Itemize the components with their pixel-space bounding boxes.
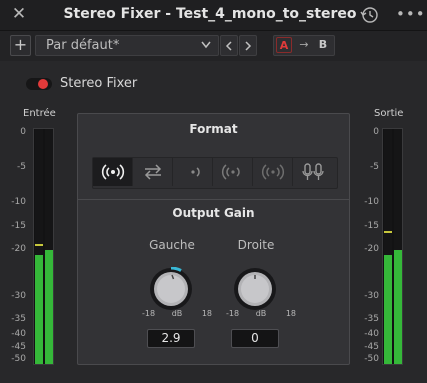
meter-scale-tick: -5 <box>17 162 26 172</box>
meter-scale-tick: -40 <box>11 329 26 339</box>
right-gain-value-field[interactable]: 0 <box>231 329 279 348</box>
meter-scale-tick: -50 <box>11 354 26 364</box>
preset-value: Par défaut* <box>46 38 120 53</box>
input-right-level <box>45 250 53 364</box>
right-gain-knob[interactable] <box>233 267 277 311</box>
stereo-broadcast-icon <box>101 164 125 180</box>
mono-broadcast-icon <box>261 164 285 180</box>
output-meter-label: Sortie <box>374 108 404 119</box>
meter-scale-tick: -15 <box>11 221 26 231</box>
format-mono-button[interactable] <box>253 158 293 186</box>
input-peak-marker <box>35 244 43 247</box>
output-right-level <box>394 250 402 364</box>
toggle-indicator <box>38 79 48 89</box>
meter-scale-tick: 0 <box>20 127 26 137</box>
format-stereo-button[interactable] <box>93 158 133 186</box>
plugin-name-label: Stereo Fixer <box>60 76 138 91</box>
output-meter-left-channel <box>384 129 392 364</box>
input-meter-scale: 0 -5 -10 -15 -20 -30 -35 -40 -45 -50 <box>4 127 26 365</box>
format-selector <box>92 157 338 189</box>
input-left-level <box>35 254 43 364</box>
meter-scale-tick: -20 <box>364 244 379 254</box>
next-preset-button[interactable] <box>239 35 257 56</box>
compare-b-button[interactable]: B <box>315 37 331 53</box>
close-icon[interactable]: ✕ <box>8 3 30 25</box>
meter-scale-tick: -30 <box>364 291 379 301</box>
left-gain-value-field[interactable]: 2.9 <box>147 329 195 348</box>
window-title: Stereo Fixer - Test_4_mono_to_stereo <box>63 6 357 22</box>
meter-scale-tick: -20 <box>11 244 26 254</box>
ab-compare-group: A → B <box>273 35 335 56</box>
meter-scale-tick: -35 <box>11 314 26 324</box>
input-meter <box>33 128 54 365</box>
meter-scale-tick: -40 <box>364 329 379 339</box>
main-panel: Format Output Gain Gauche -18 dB 18 2.9 … <box>77 113 350 365</box>
meter-scale-tick: 0 <box>373 127 379 137</box>
right-gain-max: 18 <box>285 309 296 318</box>
chevron-left-icon <box>225 41 232 51</box>
left-gain-label: Gauche <box>149 238 195 252</box>
chevron-right-icon <box>245 41 252 51</box>
preset-toolbar: + Par défaut* A → B <box>0 31 427 61</box>
meter-scale-tick: -50 <box>364 354 379 364</box>
output-meter-right-channel <box>394 129 402 364</box>
compare-a-button[interactable]: A <box>276 37 292 53</box>
format-title: Format <box>189 122 238 136</box>
output-gain-title: Output Gain <box>172 206 255 220</box>
copy-a-to-b-button[interactable]: → <box>296 37 312 53</box>
meter-scale-tick: -10 <box>364 197 379 207</box>
chevron-down-icon <box>201 41 211 49</box>
left-gain-knob[interactable] <box>149 266 193 311</box>
format-left-button[interactable] <box>213 158 253 186</box>
output-left-level <box>384 254 392 364</box>
input-meter-left-channel <box>35 129 43 364</box>
title-bar: ✕ Stereo Fixer - Test_4_mono_to_stereo •… <box>0 0 427 31</box>
input-meter-right-channel <box>45 129 53 364</box>
more-options-icon[interactable]: ••• <box>396 3 425 25</box>
format-dual-mic-button[interactable] <box>293 158 333 186</box>
add-preset-button[interactable]: + <box>10 35 31 56</box>
format-swap-button[interactable] <box>133 158 173 186</box>
meter-scale-tick: -30 <box>11 291 26 301</box>
format-right-button[interactable] <box>173 158 213 186</box>
output-meter <box>382 128 403 365</box>
section-divider <box>78 199 349 200</box>
left-gain-max: 18 <box>201 309 212 318</box>
left-only-broadcast-icon <box>221 164 240 180</box>
meter-scale-tick: -5 <box>370 162 379 172</box>
meter-scale-tick: -15 <box>364 221 379 231</box>
input-meter-label: Entrée <box>23 108 56 119</box>
previous-preset-button[interactable] <box>220 35 238 56</box>
meter-scale-tick: -45 <box>364 342 379 352</box>
preset-dropdown[interactable]: Par défaut* <box>35 35 219 56</box>
right-only-icon <box>191 167 200 177</box>
meter-scale-tick: -45 <box>11 342 26 352</box>
dual-mic-icon <box>302 163 324 180</box>
history-icon[interactable] <box>359 5 381 25</box>
meter-scale-tick: -10 <box>11 197 26 207</box>
enable-toggle[interactable] <box>26 78 52 90</box>
right-gain-label: Droite <box>237 238 275 252</box>
meter-scale-tick: -35 <box>364 314 379 324</box>
swap-channels-icon <box>144 164 162 180</box>
output-meter-scale: 0 -5 -10 -15 -20 -30 -35 -40 -45 -50 <box>357 127 379 365</box>
output-peak-marker <box>384 230 392 233</box>
